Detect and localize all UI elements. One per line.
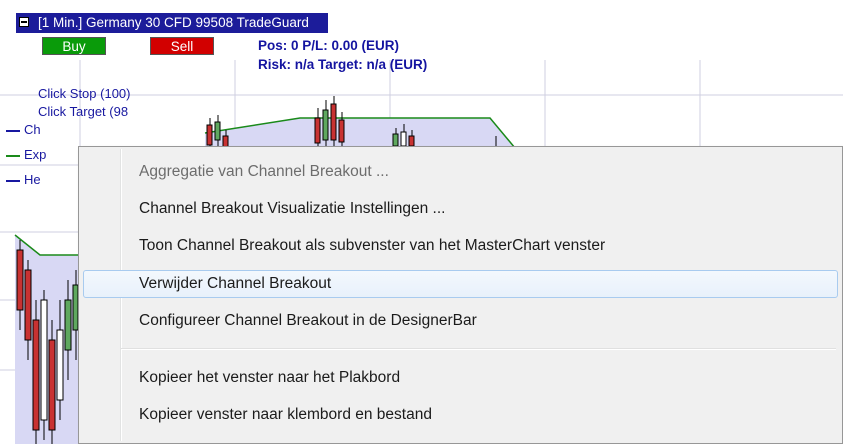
legend-swatch-blue-2 xyxy=(6,180,20,182)
menu-item-label: Verwijder Channel Breakout xyxy=(139,275,332,292)
tradeguard-title: [1 Min.] Germany 30 CFD 99508 TradeGuard xyxy=(38,15,309,30)
legend-swatch-blue xyxy=(6,130,20,132)
menu-item-toon-als-subvenster[interactable]: Toon Channel Breakout als subvenster van… xyxy=(83,232,838,260)
legend-item-1: Ch xyxy=(24,122,41,137)
menu-item-label: Kopieer het venster naar het Plakbord xyxy=(139,369,401,386)
context-menu: Aggregatie van Channel Breakout ... Chan… xyxy=(78,146,843,444)
sell-button[interactable]: Sell xyxy=(150,37,214,55)
menu-item-visualizatie-instellingen[interactable]: Channel Breakout Visualizatie Instelling… xyxy=(83,195,838,223)
click-target-label[interactable]: Click Target (98 xyxy=(38,104,128,120)
legend-swatch-green xyxy=(6,155,20,157)
menu-item-label: Kopieer venster naar klembord en bestand xyxy=(139,406,432,423)
menu-separator xyxy=(121,348,836,350)
menu-item-configureer-designerbar[interactable]: Configureer Channel Breakout in de Desig… xyxy=(83,307,838,335)
menu-item-verwijder[interactable]: Verwijder Channel Breakout xyxy=(83,270,838,298)
menu-item-label: Toon Channel Breakout als subvenster van… xyxy=(139,237,606,254)
collapse-icon[interactable] xyxy=(19,17,29,27)
menu-item-label: Aggregatie van Channel Breakout ... xyxy=(139,163,389,180)
legend-item-2: Exp xyxy=(24,147,47,162)
menu-item-kopieer-klembord-bestand[interactable]: Kopieer venster naar klembord en bestand xyxy=(83,401,838,429)
click-stop-label[interactable]: Click Stop (100) xyxy=(38,86,130,102)
menu-item-label: Channel Breakout Visualizatie Instelling… xyxy=(139,200,446,217)
menu-item-label: Configureer Channel Breakout in de Desig… xyxy=(139,312,477,329)
tradeguard-title-bar[interactable]: [1 Min.] Germany 30 CFD 99508 TradeGuard xyxy=(16,13,328,33)
risk-target-text: Risk: n/a Target: n/a (EUR) xyxy=(258,57,428,72)
buy-button[interactable]: Buy xyxy=(42,37,106,55)
menu-item-aggregatie[interactable]: Aggregatie van Channel Breakout ... xyxy=(83,158,838,186)
legend-item-3: He xyxy=(24,172,41,187)
menu-item-kopieer-plakbord[interactable]: Kopieer het venster naar het Plakbord xyxy=(83,364,838,392)
position-pl-text: Pos: 0 P/L: 0.00 (EUR) xyxy=(258,38,400,53)
